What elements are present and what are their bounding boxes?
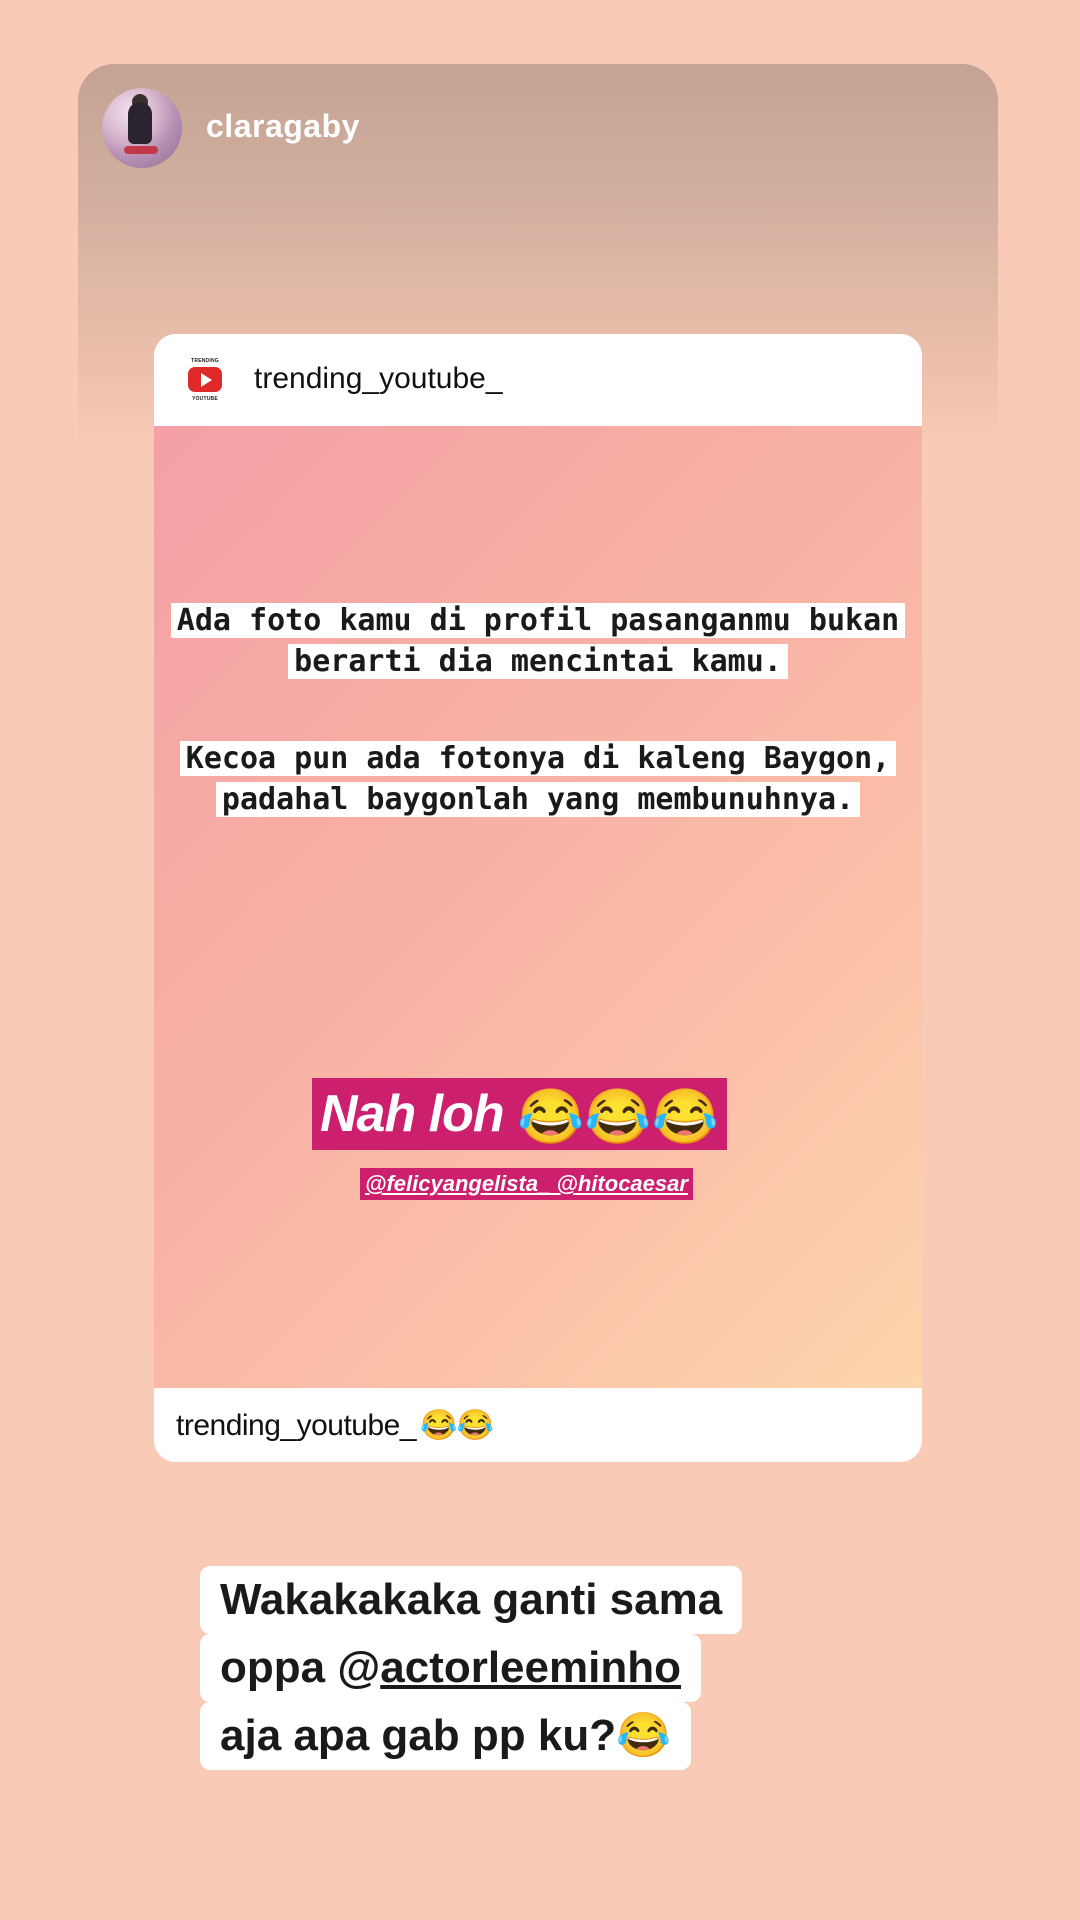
- quote-paragraph-2-text: Kecoa pun ada fotonya di kaleng Baygon, …: [179, 741, 897, 817]
- post-image: Ada foto kamu di profil pasanganmu bukan…: [154, 426, 922, 1388]
- mention-link[interactable]: actorleeminho: [380, 1643, 681, 1692]
- story-username[interactable]: claragaby: [206, 108, 360, 145]
- reply-line-2-prefix: oppa @: [220, 1643, 381, 1692]
- logo-text-bottom: YOUTUBE: [192, 396, 218, 402]
- laughing-emoji-icon: 😂😂😂: [517, 1087, 719, 1148]
- reply-line-3-text: aja apa gab pp ku?: [220, 1711, 617, 1760]
- shared-post-card[interactable]: TRENDING YOUTUBE trending_youtube_ Ada f…: [154, 334, 922, 1462]
- post-caption: trending_youtube_ 😂😂: [176, 1408, 494, 1443]
- youtube-play-button-shape: [188, 367, 222, 392]
- avatar-shoe: [124, 146, 158, 154]
- profile-avatar[interactable]: [102, 88, 182, 168]
- reply-line-3: aja apa gab pp ku?😂: [200, 1702, 691, 1770]
- mention-tags[interactable]: @felicyangelista_ @hitocaesar: [360, 1168, 693, 1200]
- reply-line-2: oppa @actorleeminho: [200, 1634, 701, 1702]
- reply-line-1: Wakakakaka ganti sama: [200, 1566, 743, 1634]
- laughing-emoji-icon: 😂😂: [420, 1409, 494, 1442]
- youtube-play-icon: TRENDING YOUTUBE: [184, 356, 226, 404]
- post-header: TRENDING YOUTUBE trending_youtube_: [154, 334, 922, 426]
- quote-paragraph-2: Kecoa pun ada fotonya di kaleng Baygon, …: [154, 738, 922, 820]
- logo-text-top: TRENDING: [191, 358, 219, 364]
- caption-username[interactable]: trending_youtube_: [176, 1409, 417, 1442]
- quote-paragraph-1: Ada foto kamu di profil pasanganmu bukan…: [154, 600, 922, 682]
- highlight-sticker: Nah loh 😂😂😂: [312, 1078, 727, 1150]
- post-footer: trending_youtube_ 😂😂: [154, 1388, 922, 1462]
- highlight-text: Nah loh: [320, 1085, 505, 1143]
- avatar-figure: [128, 102, 152, 144]
- post-username[interactable]: trending_youtube_: [254, 362, 503, 396]
- laughing-emoji-icon: 😂: [616, 1711, 671, 1760]
- story-text-overlay: Wakakakaka ganti sama oppa @actorleeminh…: [200, 1566, 820, 1770]
- quote-paragraph-1-text: Ada foto kamu di profil pasanganmu bukan…: [170, 603, 906, 679]
